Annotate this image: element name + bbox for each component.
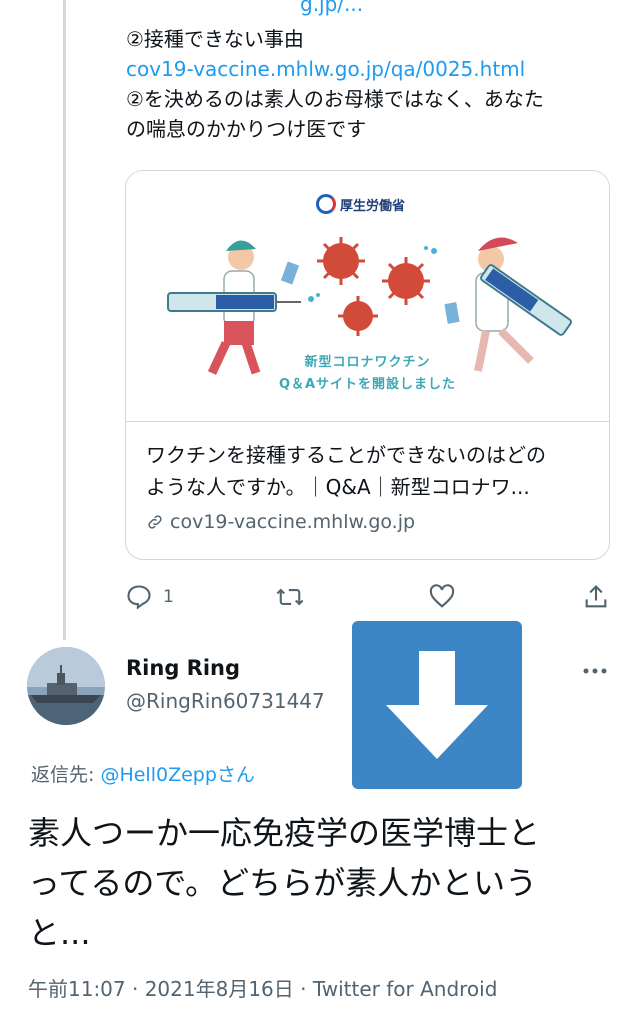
reply-to-line: 返信先: @Hell0Zeppさん <box>31 760 255 787</box>
share-button[interactable] <box>582 583 610 611</box>
reply-to-label: 返信先: <box>31 764 101 786</box>
retweet-button[interactable] <box>275 583 305 611</box>
card-body: ワクチンを接種することができないのはどの ような人ですか。｜Q&A｜新型コロナワ… <box>146 439 596 533</box>
ministry-badge: 厚生労働省 <box>316 189 405 219</box>
more-icon <box>583 668 607 674</box>
author-handle[interactable]: @RingRin60731447 <box>126 689 325 713</box>
tweet-link[interactable]: cov19-vaccine.mhlw.go.jp/qa/0025.html <box>126 54 612 84</box>
thread-connector-line <box>63 0 66 640</box>
card-domain: cov19-vaccine.mhlw.go.jp <box>170 511 416 533</box>
retweet-icon <box>276 588 304 606</box>
truncated-top-link[interactable]: g.jp/... <box>300 0 363 16</box>
reply-text-line: と... <box>28 914 91 952</box>
link-preview-card[interactable]: 厚生労働省 新型コロナワクチン Q＆Aサイトを開設しました ワクチンを接種するこ… <box>125 170 610 560</box>
card-preview-image: 厚生労働省 新型コロナワクチン Q＆Aサイトを開設しました <box>126 171 609 422</box>
reply-to-mention[interactable]: @Hell0Zepp <box>100 764 216 786</box>
download-arrow-icon <box>386 651 488 759</box>
heart-icon <box>429 584 455 608</box>
ministry-logo-icon <box>316 194 336 214</box>
banner-line-1: 新型コロナワクチン <box>304 355 431 370</box>
reply-icon <box>127 585 151 610</box>
link-icon <box>148 515 162 529</box>
reply-tweet-text: 素人つーか一応免疫学の医学博士と ってるので。どちらが素人かという と... <box>28 808 618 958</box>
share-icon <box>585 585 607 608</box>
card-title: ワクチンを接種することができないのはどの ような人ですか。｜Q&A｜新型コロナワ… <box>146 439 596 503</box>
like-button[interactable] <box>428 583 456 611</box>
reply-button[interactable]: 1 <box>125 583 174 611</box>
more-options-button[interactable] <box>582 660 608 679</box>
tweet-metadata: 午前11:07 · 2021年8月16日 · Twitter for Andro… <box>28 977 498 1001</box>
tweet-action-bar: 1 <box>125 582 613 612</box>
author-name[interactable]: Ring Ring <box>126 656 240 680</box>
banner-line-2: Q＆Aサイトを開設しました <box>278 377 457 392</box>
avatar[interactable] <box>27 647 105 725</box>
card-title-line: ワクチンを接種することができないのはどの <box>146 443 546 467</box>
reply-to-suffix: さん <box>216 764 255 786</box>
card-domain-row: cov19-vaccine.mhlw.go.jp <box>146 511 596 533</box>
download-overlay-button[interactable] <box>352 621 522 789</box>
tweet-line: ②接種できない事由 <box>126 27 304 51</box>
parent-tweet-text: ②接種できない事由 cov19-vaccine.mhlw.go.jp/qa/00… <box>126 24 612 144</box>
reply-count: 1 <box>163 587 174 607</box>
ministry-name: 厚生労働省 <box>340 198 406 214</box>
tweet-line: の喘息のかかりつけ医です <box>126 117 367 141</box>
tweet-line: ②を決めるのは素人のお母様ではなく、あなた <box>126 87 544 111</box>
reply-text-line: ってるので。どちらが素人かという <box>28 864 538 902</box>
card-title-line: ような人ですか。｜Q&A｜新型コロナワ... <box>146 475 530 499</box>
reply-text-line: 素人つーか一応免疫学の医学博士と <box>28 814 541 852</box>
avatar-battleship-image <box>27 647 105 725</box>
